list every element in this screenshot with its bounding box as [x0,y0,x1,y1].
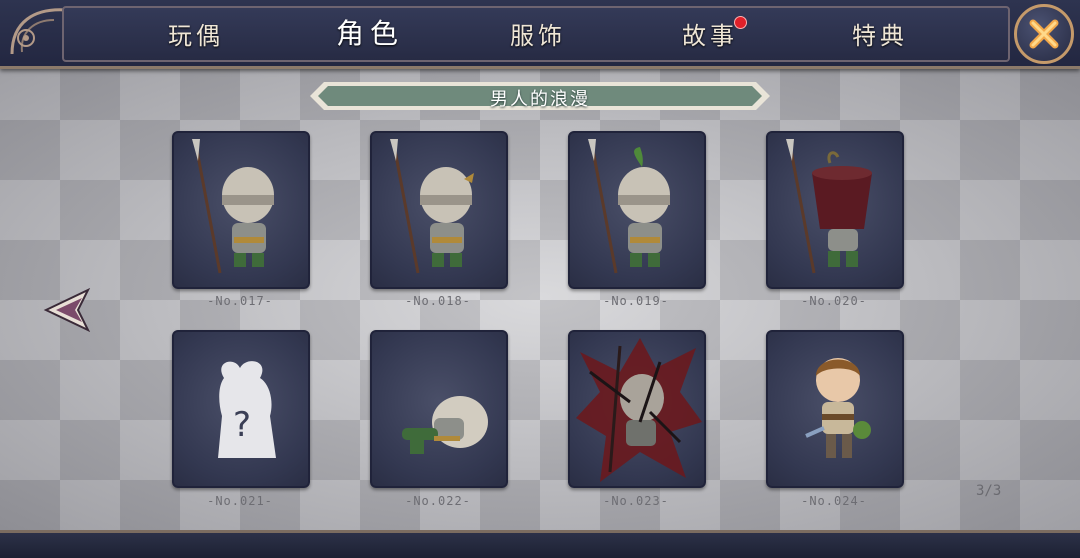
prev-page-button[interactable] [42,287,94,333]
character-card-018[interactable] [370,131,508,289]
card-label-024: -No.024- [801,494,867,508]
fallen-spearman-icon [402,396,488,454]
helmet-spearman-icon [390,139,474,274]
collection-board [0,60,1080,535]
pot-helmet-spearman-icon [786,139,872,274]
helmet-spearman-icon [192,139,274,274]
left-arrow-icon [43,287,91,333]
tab-characters[interactable]: 角色 [336,12,404,52]
card-label-022: -No.022- [405,494,471,508]
svg-text:?: ? [233,405,251,445]
section-title: 男人的浪漫 [490,89,590,110]
boy-adventurer-icon [805,358,871,458]
character-card-022[interactable] [370,330,508,488]
character-card-024[interactable] [766,330,904,488]
tab-extras[interactable]: 特典 [852,16,908,51]
character-card-019[interactable] [568,131,706,289]
close-button[interactable] [1014,4,1074,64]
tab-costumes[interactable]: 服饰 [510,16,566,51]
section-title-ribbon: 男人的浪漫 [310,80,770,112]
character-card-020[interactable] [766,131,904,289]
character-card-023[interactable] [568,330,706,488]
close-icon [1029,19,1059,49]
top-bar: 玩偶 角色 服饰 故事 特典 [0,0,1080,69]
character-card-021[interactable]: ? [172,330,310,488]
cursed-spearman-icon [576,338,702,482]
card-label-023: -No.023- [603,494,669,508]
page-indicator: 3/3 [976,483,1002,499]
card-label-020: -No.020- [801,294,867,308]
locked-mystery-icon: ? [218,361,276,458]
bottom-bar [0,530,1080,558]
card-label-017: -No.017- [207,294,273,308]
card-label-018: -No.018- [405,294,471,308]
new-badge-icon [734,16,747,29]
character-card-017[interactable] [172,131,310,289]
card-label-019: -No.019- [603,294,669,308]
tab-dolls[interactable]: 玩偶 [168,16,224,51]
tab-stories[interactable]: 故事 [682,16,738,51]
board-shading [0,60,1080,535]
card-label-021: -No.021- [207,494,273,508]
helmet-spearman-sprout-icon [588,139,670,274]
